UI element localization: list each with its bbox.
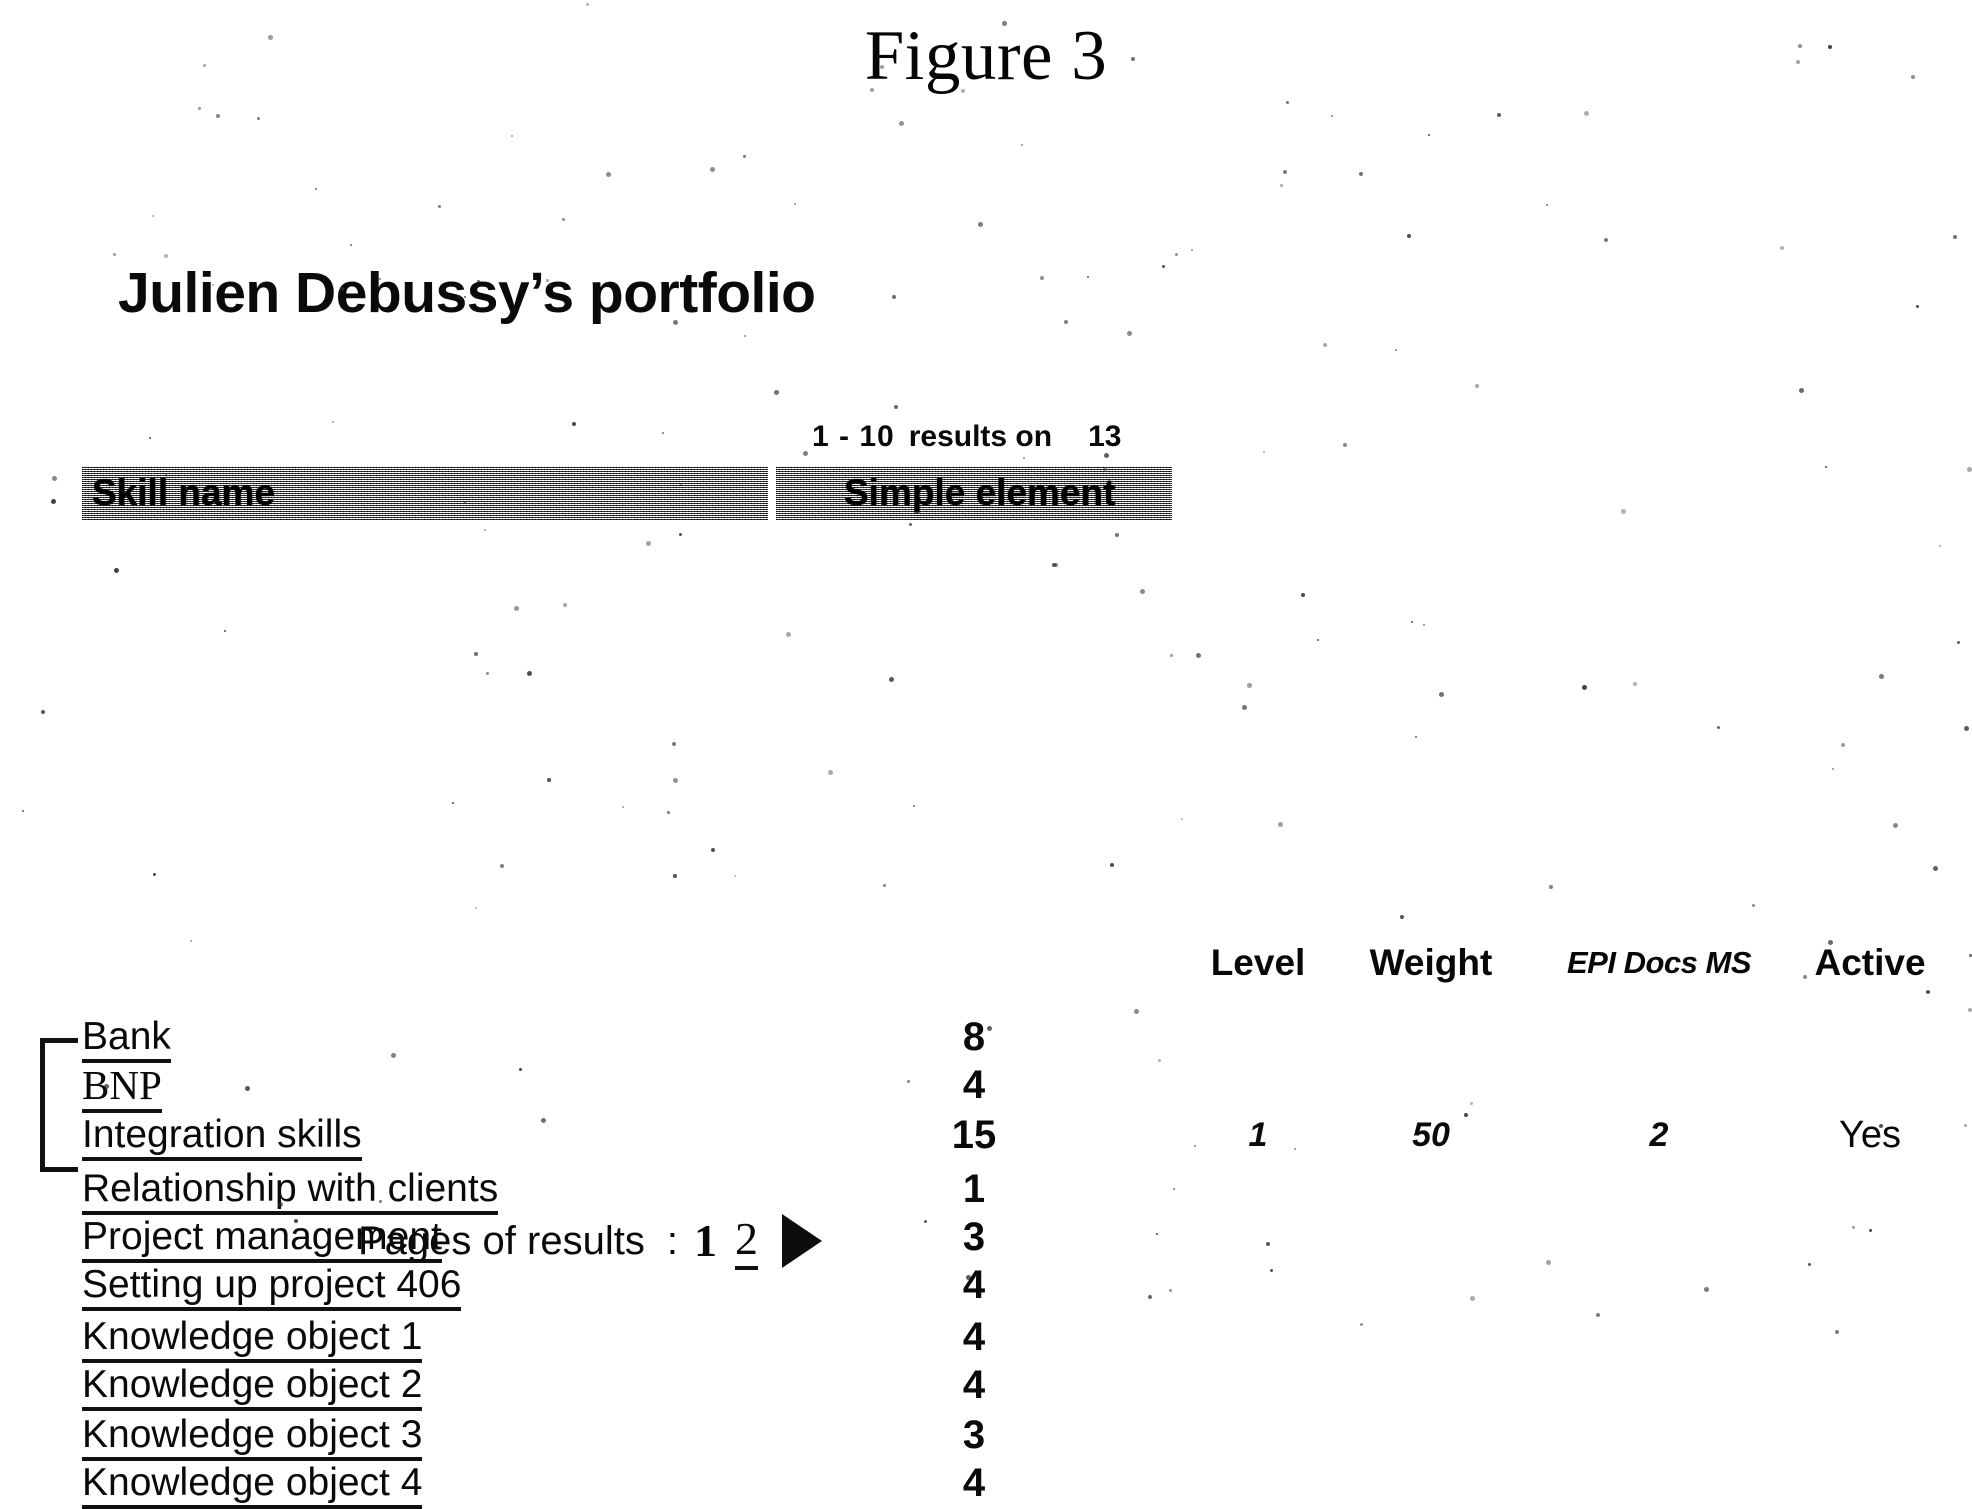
column-header-active[interactable]: Active bbox=[1800, 938, 1940, 988]
column-header-level[interactable]: Level bbox=[1196, 938, 1320, 988]
column-header-simple-element-label: Simple element bbox=[844, 472, 1116, 513]
pagination-label: Pages of results bbox=[358, 1219, 645, 1263]
skill-name-link[interactable]: Setting up project 406 bbox=[82, 1263, 462, 1311]
cell-simple-element: 4 bbox=[962, 1263, 986, 1307]
column-header-simple-element[interactable]: Simple element bbox=[776, 466, 1172, 520]
skill-name-link[interactable]: Relationship with clients bbox=[82, 1167, 499, 1215]
table-row: Relationship with clients 1 bbox=[0, 1166, 1972, 1215]
figure-caption: Figure 3 bbox=[864, 17, 1108, 95]
column-header-skill-name[interactable]: Skill name bbox=[82, 466, 768, 520]
cell-skill-name: Relationship with clients bbox=[82, 1166, 499, 1215]
table-row: Knowledge object 3 3 bbox=[0, 1412, 1972, 1461]
cell-simple-element: 8 bbox=[962, 1015, 986, 1059]
cell-skill-name: Knowledge object 2 bbox=[82, 1362, 423, 1411]
results-total: 13 bbox=[1088, 420, 1122, 453]
cell-simple-element: 4 bbox=[962, 1315, 986, 1359]
skill-name-link[interactable]: Bank bbox=[82, 1015, 171, 1063]
table-row: Knowledge object 1 4 bbox=[0, 1314, 1972, 1363]
pagination-colon: : bbox=[666, 1219, 678, 1263]
pagination-page-2-link[interactable]: 2 bbox=[734, 1212, 758, 1270]
skill-name-link[interactable]: Knowledge object 1 bbox=[82, 1315, 423, 1363]
pagination: Pages of results : 1 2 bbox=[358, 1212, 822, 1270]
cell-simple-element: 15 bbox=[951, 1113, 997, 1157]
cell-skill-name: Knowledge object 4 bbox=[82, 1460, 423, 1509]
cell-skill-name: Integration skills bbox=[82, 1112, 362, 1161]
skill-name-link[interactable]: Knowledge object 4 bbox=[82, 1461, 423, 1509]
cell-weight: 50 bbox=[1412, 1116, 1450, 1154]
table-row: Knowledge object 2 4 bbox=[0, 1362, 1972, 1411]
cell-simple-element: 3 bbox=[962, 1413, 986, 1457]
table-row: Bank 8 bbox=[0, 1014, 1972, 1063]
cell-skill-name: Knowledge object 3 bbox=[82, 1412, 423, 1461]
results-summary: 1 - 10 results on 13 bbox=[812, 418, 1121, 456]
cell-simple-element: 4 bbox=[962, 1461, 986, 1505]
column-header-epi-docs-ms[interactable]: EPI Docs MS bbox=[1550, 938, 1768, 988]
skill-name-link[interactable]: Knowledge object 2 bbox=[82, 1363, 423, 1411]
table-row: Project management 3 bbox=[0, 1214, 1972, 1263]
skill-name-link[interactable]: BNP bbox=[82, 1062, 162, 1113]
results-label: results on bbox=[908, 420, 1053, 453]
table-row: Knowledge object 4 4 bbox=[0, 1460, 1972, 1509]
column-header-weight[interactable]: Weight bbox=[1356, 938, 1506, 988]
cell-simple-element: 3 bbox=[962, 1215, 986, 1259]
table-row: Setting up project 406 4 bbox=[0, 1262, 1972, 1311]
cell-simple-element: 1 bbox=[962, 1167, 986, 1211]
pagination-current-page[interactable]: 1 bbox=[694, 1214, 717, 1268]
skill-name-link[interactable]: Knowledge object 3 bbox=[82, 1413, 423, 1461]
column-header-skill-name-label: Skill name bbox=[92, 472, 276, 513]
cell-skill-name: Bank bbox=[82, 1014, 171, 1063]
cell-epi-docs-ms: 2 bbox=[1649, 1116, 1669, 1154]
table-row: Integration skills 15 1 50 2 Yes bbox=[0, 1112, 1972, 1161]
skill-name-link[interactable]: Integration skills bbox=[82, 1113, 362, 1161]
table-row: BNP 4 bbox=[0, 1062, 1972, 1113]
cell-simple-element: 4 bbox=[962, 1063, 986, 1107]
cell-skill-name: Knowledge object 1 bbox=[82, 1314, 423, 1363]
cell-level: 1 bbox=[1248, 1116, 1268, 1154]
cell-skill-name: BNP bbox=[82, 1062, 162, 1113]
page-title: Julien Debussy’s portfolio bbox=[118, 261, 816, 325]
next-page-triangle-icon[interactable] bbox=[781, 1214, 822, 1268]
cell-active: Yes bbox=[1839, 1114, 1901, 1156]
cell-simple-element: 4 bbox=[962, 1363, 986, 1407]
results-range: 1 - 10 bbox=[812, 420, 895, 453]
